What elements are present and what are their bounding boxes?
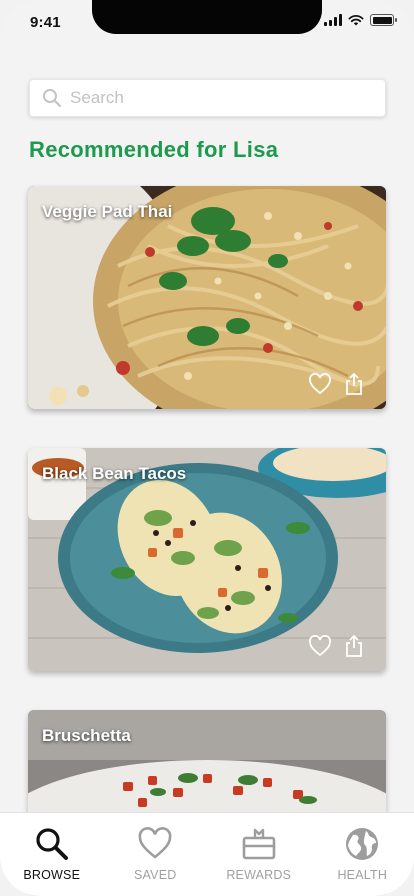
recipe-card[interactable]: Veggie Pad Thai <box>28 186 386 409</box>
section-title: Recommended for Lisa <box>29 137 279 162</box>
heart-icon <box>309 373 331 395</box>
tab-browse[interactable]: BROWSE <box>0 813 104 896</box>
card-actions <box>308 372 364 399</box>
gift-icon <box>242 828 276 860</box>
share-icon <box>346 372 362 395</box>
wifi-icon <box>348 14 364 26</box>
favorite-button[interactable] <box>308 373 332 398</box>
share-button[interactable] <box>344 634 364 661</box>
share-icon <box>346 634 362 657</box>
tab-bar: BROWSE SAVED REWARDS HEALTH <box>0 812 414 896</box>
heart-icon <box>309 635 331 657</box>
card-actions <box>308 634 364 661</box>
battery-icon <box>370 14 397 26</box>
search-bar[interactable] <box>29 79 386 117</box>
recipe-title: Bruschetta <box>42 726 131 745</box>
share-button[interactable] <box>344 372 364 399</box>
tab-rewards[interactable]: REWARDS <box>207 813 311 896</box>
globe-icon <box>346 828 379 860</box>
tab-saved[interactable]: SAVED <box>104 813 208 896</box>
status-time: 9:41 <box>30 14 61 31</box>
favorite-button[interactable] <box>308 635 332 660</box>
recipe-title: Veggie Pad Thai <box>42 202 173 221</box>
status-icons <box>324 14 397 26</box>
search-input[interactable] <box>70 88 370 108</box>
tab-health[interactable]: HEALTH <box>311 813 414 896</box>
recipe-card[interactable]: Black Bean Tacos <box>28 448 386 671</box>
tab-label: SAVED <box>134 868 177 882</box>
tab-label: BROWSE <box>23 868 81 882</box>
tab-label: HEALTH <box>337 868 388 882</box>
search-icon <box>43 89 62 108</box>
signal-icon <box>324 14 342 26</box>
tab-label: REWARDS <box>226 868 292 882</box>
phone-screen: 9:41 Recommended for Lisa <box>0 0 414 896</box>
recipe-title: Black Bean Tacos <box>42 464 187 483</box>
search-icon <box>36 828 68 860</box>
heart-icon <box>138 827 172 859</box>
notch <box>92 0 322 34</box>
